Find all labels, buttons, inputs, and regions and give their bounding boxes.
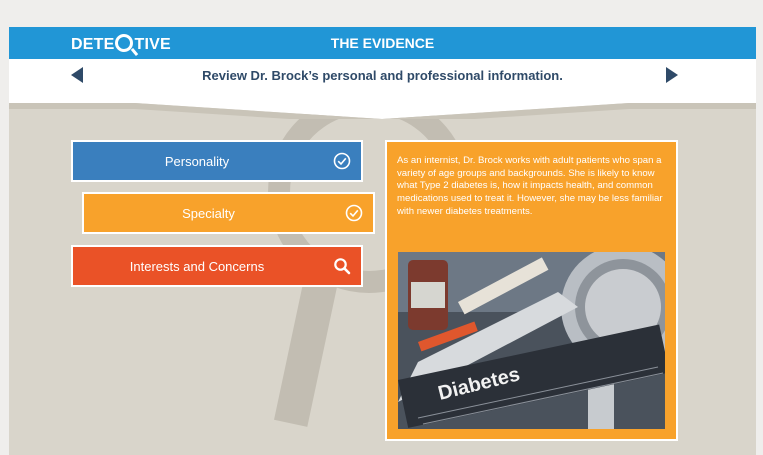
page-title: THE EVIDENCE <box>330 35 435 51</box>
personality-label: Personality <box>164 154 230 169</box>
next-arrow-icon[interactable] <box>666 67 678 83</box>
check-circle-icon <box>333 152 351 170</box>
subheader-bar: Review Dr. Brock’s personal and professi… <box>9 59 756 119</box>
personality-button[interactable]: Personality <box>71 140 363 182</box>
specialty-label: Specialty <box>182 206 235 221</box>
search-icon <box>334 258 351 275</box>
detail-panel: As an internist, Dr. Brock works with ad… <box>385 140 678 441</box>
detail-text: As an internist, Dr. Brock works with ad… <box>397 155 663 217</box>
interests-concerns-button[interactable]: Interests and Concerns <box>71 245 363 287</box>
interests-concerns-label: Interests and Concerns <box>129 259 265 274</box>
check-circle-icon <box>345 204 363 222</box>
app-frame: DETE TIVE THE EVIDENCE Review Dr. Brock’s… <box>9 27 756 455</box>
specialty-button[interactable]: Specialty <box>82 192 375 234</box>
header-bar: DETE TIVE THE EVIDENCE <box>9 27 756 59</box>
diabetes-photo: Diabetes <box>398 252 665 429</box>
instruction-text: Review Dr. Brock’s personal and professi… <box>202 68 563 83</box>
